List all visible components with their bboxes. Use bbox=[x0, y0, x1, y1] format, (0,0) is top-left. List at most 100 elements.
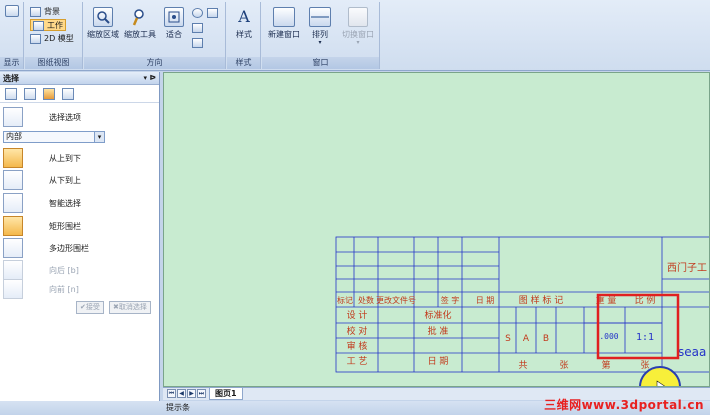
prev-sheet-icon[interactable]: ◀ bbox=[177, 389, 186, 398]
previous-view-icon bbox=[192, 23, 203, 33]
style-icon: A bbox=[238, 7, 250, 26]
lbl-process: 工 艺 bbox=[347, 356, 368, 367]
lbl-mark-header: 图 样 标 记 bbox=[519, 294, 564, 306]
tab-page1[interactable]: 图页1 bbox=[209, 388, 243, 400]
group-label-style: 样式 bbox=[227, 57, 260, 69]
properties-tool-icon[interactable] bbox=[62, 88, 74, 100]
list-tool-icon[interactable] bbox=[24, 88, 36, 100]
accept-label: 接受 bbox=[85, 303, 100, 311]
new-window-button[interactable]: 新建窗口 bbox=[266, 7, 302, 40]
style-label: 样式 bbox=[236, 30, 252, 39]
group-label-drawing-view: 图纸视图 bbox=[25, 57, 82, 69]
select-tool-icon[interactable] bbox=[5, 88, 17, 100]
view-options-button[interactable] bbox=[192, 38, 206, 48]
bottom-up-item[interactable]: 从下到上 bbox=[3, 170, 153, 192]
model2d-label: 2D 模型 bbox=[44, 34, 74, 43]
forward-item: 向前 [n] bbox=[3, 279, 153, 301]
select-options-item[interactable]: 选择选项 bbox=[3, 107, 153, 129]
rect-fence-label: 矩形围栏 bbox=[49, 222, 81, 231]
switch-window-button: 切换窗口 ▾ bbox=[338, 7, 378, 46]
lbl-design: 设 计 bbox=[347, 309, 368, 321]
scope-chevron-down-icon[interactable]: ▾ bbox=[94, 132, 104, 142]
fit-icon bbox=[164, 7, 184, 27]
first-sheet-icon[interactable]: ⏮ bbox=[167, 389, 176, 398]
group-label-display: 显示 bbox=[0, 57, 23, 69]
polygon-fence-item[interactable]: 多边形围栏 bbox=[3, 238, 153, 260]
zoom-tool-icon bbox=[130, 7, 150, 27]
arrange-label: 排列 bbox=[312, 30, 328, 39]
arrange-button[interactable]: 排列 ▾ bbox=[306, 7, 334, 46]
zoom-area-icon bbox=[93, 7, 113, 27]
watermark: 三维网www.3dportal.cn bbox=[544, 398, 704, 412]
lbl-date: 日 期 bbox=[428, 356, 449, 367]
new-window-icon bbox=[273, 7, 295, 27]
bottom-up-label: 从下到上 bbox=[49, 176, 81, 185]
scale-value: 1:1 bbox=[636, 332, 654, 343]
work-button[interactable]: 工作 bbox=[30, 19, 66, 31]
model2d-button[interactable]: 2D 模型 bbox=[30, 33, 74, 45]
hdr-mark: 标记 bbox=[337, 295, 353, 305]
fit-button[interactable]: 适合 bbox=[161, 7, 187, 40]
group-window: 新建窗口 排列 ▾ 切换窗口 ▾ 窗口 bbox=[262, 2, 380, 69]
mark-b: B bbox=[543, 334, 549, 344]
style-button[interactable]: A 样式 bbox=[230, 7, 258, 40]
display-dropdown-button[interactable] bbox=[3, 5, 21, 19]
group-label-direction: 方向 bbox=[84, 57, 225, 69]
zoom-area-button[interactable]: 缩放区域 bbox=[86, 7, 120, 40]
cancel-select-label: 取消选择 bbox=[118, 303, 147, 311]
top-down-label: 从上到下 bbox=[49, 154, 81, 163]
zoom-tool-button[interactable]: 缩放工具 bbox=[123, 7, 157, 40]
background-icon bbox=[30, 6, 41, 17]
lbl-audit: 审 核 bbox=[347, 340, 368, 352]
hdr-count: 处数 bbox=[358, 295, 374, 305]
polygon-fence-icon bbox=[3, 238, 23, 258]
part-name: seaa bbox=[678, 345, 706, 359]
pan-small-button[interactable] bbox=[207, 8, 221, 18]
arrange-icon bbox=[309, 7, 331, 27]
bottom-up-icon bbox=[3, 170, 23, 190]
arrow-left-icon bbox=[3, 260, 23, 280]
lbl-check: 校 对 bbox=[347, 325, 368, 337]
forward-label: 向前 [n] bbox=[49, 285, 79, 294]
filter-icon bbox=[3, 107, 23, 127]
fit-label: 适合 bbox=[166, 30, 182, 39]
zoom-area-label: 缩放区域 bbox=[87, 30, 119, 39]
status-text: 提示条 bbox=[166, 403, 190, 412]
back-label: 向后 [b] bbox=[49, 266, 79, 275]
group-direction: 缩放区域 缩放工具 适合 方向 bbox=[84, 2, 226, 69]
select-panel: 选择 ▾ ᐅ 选择选项 内部 ▾ 从上到下 从下到上 智能选择 矩形围栏 多边形… bbox=[0, 72, 160, 415]
next-sheet-icon[interactable]: ▶ bbox=[187, 389, 196, 398]
panel-pin-icon[interactable]: ᐅ bbox=[150, 72, 156, 85]
previous-view-button[interactable] bbox=[192, 23, 206, 33]
company-name: 西门子工 bbox=[667, 261, 707, 274]
select-options-label: 选择选项 bbox=[49, 113, 81, 122]
top-down-item[interactable]: 从上到下 bbox=[3, 148, 153, 170]
lbl-sheets2: 张 bbox=[640, 360, 649, 371]
smart-select-item[interactable]: 智能选择 bbox=[3, 193, 153, 215]
background-button[interactable]: 背景 bbox=[30, 6, 60, 18]
hdr-date: 日 期 bbox=[476, 296, 495, 305]
drawing-canvas[interactable]: 标记 处数 更改文件号 签 字 日 期 设 计 标准化 校 对 批 准 审 核 … bbox=[163, 72, 710, 387]
scope-select[interactable]: 内部 ▾ bbox=[3, 131, 105, 143]
mark-s: S bbox=[505, 334, 511, 344]
background-label: 背景 bbox=[44, 7, 60, 16]
hdr-sign: 签 字 bbox=[441, 295, 460, 305]
smart-select-label: 智能选择 bbox=[49, 199, 81, 208]
mass-value: .000 bbox=[599, 332, 618, 341]
panel-title: 选择 bbox=[3, 74, 19, 83]
panel-menu-chevron-icon[interactable]: ▾ bbox=[143, 72, 147, 85]
view-options-icon bbox=[192, 38, 203, 48]
panel-toolbar bbox=[0, 85, 159, 103]
group-label-window: 窗口 bbox=[262, 57, 379, 69]
new-window-label: 新建窗口 bbox=[268, 30, 300, 39]
group-style: A 样式 样式 bbox=[227, 2, 261, 69]
display-icon bbox=[5, 5, 19, 17]
smart-select-icon bbox=[3, 193, 23, 213]
last-sheet-icon[interactable]: ⏭ bbox=[197, 389, 206, 398]
arrange-chevron-down-icon: ▾ bbox=[318, 39, 322, 46]
rect-fence-item[interactable]: 矩形围栏 bbox=[3, 216, 153, 238]
zoom-in-small-button[interactable] bbox=[192, 8, 206, 18]
switch-window-label: 切换窗口 bbox=[342, 30, 374, 39]
lbl-standard: 标准化 bbox=[424, 309, 451, 321]
palette-tool-icon[interactable] bbox=[43, 88, 55, 100]
